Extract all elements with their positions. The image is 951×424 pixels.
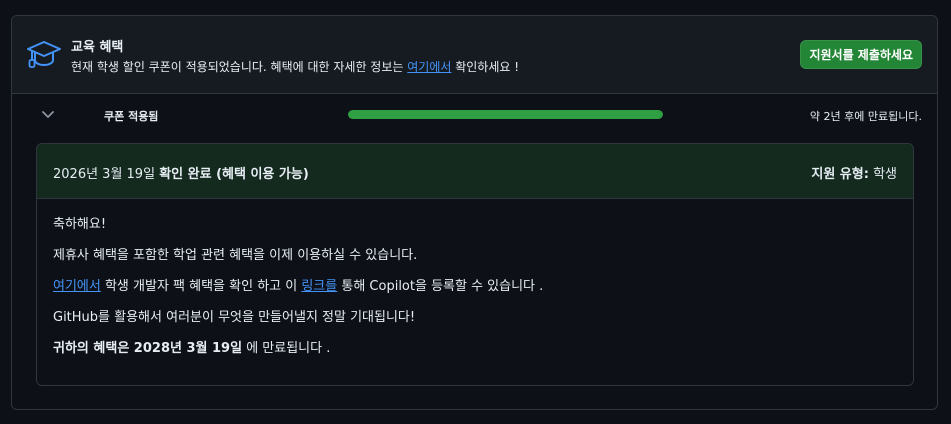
copilot-link[interactable]: 링크를 bbox=[301, 279, 337, 294]
developer-pack-mid-text: 학생 개발자 팩 혜택을 확인 하고 이 bbox=[100, 279, 302, 294]
application-type-value: 학생 bbox=[873, 167, 897, 182]
status-body: 축하해요! 제휴사 혜택을 포함한 학업 관련 혜택을 이제 이용하실 수 있습… bbox=[37, 199, 913, 357]
expiry-text: 약 2년 후에 만료됩니다. bbox=[809, 110, 922, 123]
panel-title: 교육 혜택 bbox=[71, 40, 124, 55]
application-type-label: 지원 유형: bbox=[811, 167, 869, 182]
verification-status-box: 2026년 3월 19일 확인 완료 (혜택 이용 가능) 지원 유형: 학생 … bbox=[36, 143, 914, 386]
more-info-link[interactable]: 여기에서 bbox=[407, 60, 451, 74]
benefit-expiry-date: 귀하의 혜택은 2028년 3월 19일 bbox=[53, 341, 243, 356]
desc-text-before: 현재 학생 할인 쿠폰이 적용되었습니다. 혜택에 대한 자세한 정보는 bbox=[71, 60, 408, 74]
verified-date: 2026년 3월 19일 bbox=[53, 167, 156, 182]
coupon-status-label: 쿠폰 적용됨 bbox=[104, 110, 159, 123]
coupon-row: 쿠폰 적용됨 약 2년 후에 만료됩니다. bbox=[12, 95, 937, 135]
coupon-progress-bar bbox=[348, 110, 663, 119]
congrats-text: 축하해요! bbox=[53, 217, 107, 232]
status-header: 2026년 3월 19일 확인 완료 (혜택 이용 가능) 지원 유형: 학생 bbox=[37, 144, 913, 199]
developer-pack-link[interactable]: 여기에서 bbox=[53, 279, 101, 294]
desc-text-after: 확인하세요 ! bbox=[451, 60, 520, 74]
chevron-down-icon[interactable] bbox=[40, 109, 56, 121]
benefits-available-text: 제휴사 혜택을 포함한 학업 관련 혜택을 이제 이용하실 수 있습니다. bbox=[53, 248, 418, 263]
panel-description: 현재 학생 할인 쿠폰이 적용되었습니다. 혜택에 대한 자세한 정보는 여기에… bbox=[71, 58, 519, 75]
submit-application-button[interactable]: 지원서를 제출하세요 bbox=[800, 40, 922, 69]
developer-pack-end-text: 통해 Copilot을 등록할 수 있습니다 . bbox=[337, 279, 544, 294]
benefit-expiry-text: 귀하의 혜택은 2028년 3월 19일 에 만료됩니다 . bbox=[53, 341, 897, 357]
education-benefits-panel: 교육 혜택 현재 학생 할인 쿠폰이 적용되었습니다. 혜택에 대한 자세한 정… bbox=[11, 15, 938, 410]
verification-date: 2026년 3월 19일 확인 완료 (혜택 이용 가능) bbox=[53, 163, 309, 182]
coupon-progress-fill bbox=[348, 110, 663, 119]
developer-pack-text: 여기에서 학생 개발자 팩 혜택을 확인 하고 이 링크를 통해 Copilot… bbox=[53, 279, 897, 295]
application-type: 지원 유형: 학생 bbox=[811, 163, 897, 182]
github-expectation-text: GitHub를 활용해서 여러분이 무엇을 만들어낼지 정말 기대됩니다! bbox=[53, 310, 416, 325]
verified-status: 확인 완료 (혜택 이용 가능) bbox=[159, 167, 309, 182]
graduation-cap-icon bbox=[27, 41, 61, 68]
panel-header: 교육 혜택 현재 학생 할인 쿠폰이 적용되었습니다. 혜택에 대한 자세한 정… bbox=[12, 16, 937, 94]
benefit-expiry-suffix: 에 만료됩니다 . bbox=[242, 341, 331, 356]
